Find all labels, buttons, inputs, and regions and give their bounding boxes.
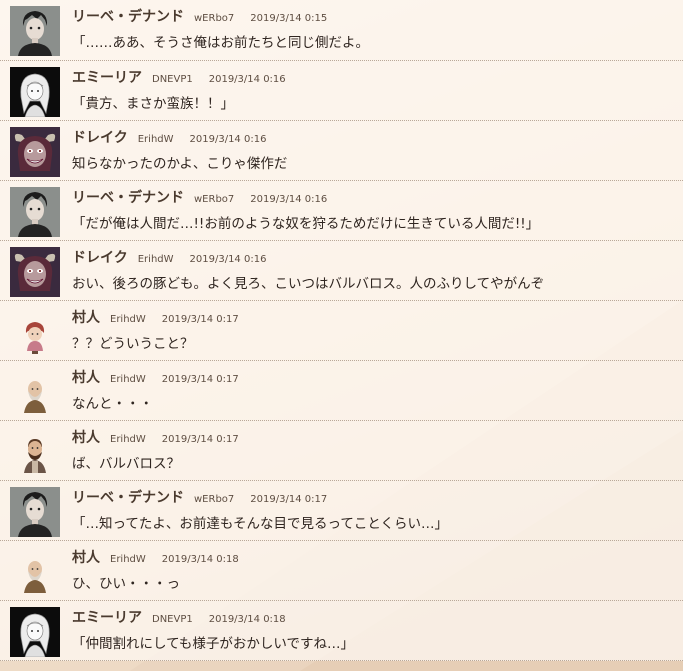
chat-message: ドレイク ErihdW 2019/3/14 0:16 おい、後ろの豚ども。よく見ろ、… (0, 241, 683, 301)
chat-log: リーベ・デナンド wERbo7 2019/3/14 0:15 「……ああ、そうさ俺は… (0, 0, 683, 661)
chat-message: エミーリア DNEVP1 2019/3/14 0:18 「仲間割れにしても様子がおか… (0, 601, 683, 661)
message-text: ひ、ひい・・・っ (72, 576, 180, 592)
speaker-name: エミーリア (72, 70, 142, 86)
timestamp: 2019/3/14 0:17 (161, 374, 239, 385)
speaker-name: リーベ・デナンド (72, 9, 184, 25)
user-id: ErihdW (137, 254, 174, 265)
timestamp: 2019/3/14 0:17 (161, 434, 239, 445)
bearded-man-sprite-icon[interactable] (10, 427, 60, 477)
user-id: ErihdW (110, 554, 146, 565)
dark-haired-man-portrait-icon[interactable] (10, 487, 60, 537)
message-text: 「だが俺は人間だ…!!お前のような奴を狩るためだけに生きている人間だ!!」 (72, 216, 540, 232)
chat-message: リーベ・デナンド wERbo7 2019/3/14 0:15 「……ああ、そうさ俺は… (0, 0, 683, 61)
white-haired-girl-sketch-icon[interactable] (10, 607, 60, 657)
user-id: ErihdW (110, 314, 146, 325)
timestamp: 2019/3/14 0:16 (189, 134, 267, 145)
speaker-name: 村人 (72, 430, 100, 446)
chat-message: 村人 ErihdW 2019/3/14 0:18 ひ、ひい・・・っ (0, 541, 683, 601)
message-text: 「……ああ、そうさ俺はお前たちと同じ側だよ。 (72, 35, 369, 51)
message-text: ？？どういうこと？ (72, 336, 194, 352)
timestamp: 2019/3/14 0:16 (250, 194, 328, 205)
user-id: ErihdW (110, 374, 146, 385)
chat-message: 村人 ErihdW 2019/3/14 0:17 ば、バルバロス？ (0, 421, 683, 481)
speaker-name: リーベ・デナンド (72, 490, 184, 506)
chat-message: リーベ・デナンド wERbo7 2019/3/14 0:17 「…知ってたよ、お前達… (0, 481, 683, 541)
user-id: DNEVP1 (152, 614, 193, 625)
dark-haired-man-portrait-icon[interactable] (10, 6, 60, 56)
user-id: ErihdW (137, 134, 174, 145)
message-text: 「仲間割れにしても様子がおかしいですね…」 (72, 636, 355, 652)
white-haired-girl-sketch-icon[interactable] (10, 67, 60, 117)
chat-message: 村人 ErihdW 2019/3/14 0:17 なんと・・・ (0, 361, 683, 421)
message-text: おい、後ろの豚ども。よく見ろ、こいつはバルバロス。人のふりしてやがんぞ (72, 276, 545, 292)
chat-message: ドレイク ErihdW 2019/3/14 0:16 知らなかったのかよ、こりゃ傑作… (0, 121, 683, 181)
speaker-name: 村人 (72, 550, 100, 566)
horned-demon-portrait-icon[interactable] (10, 247, 60, 297)
bald-old-man-sprite-icon[interactable] (10, 547, 60, 597)
chat-message: 村人 ErihdW 2019/3/14 0:17 ？？どういうこと？ (0, 301, 683, 361)
user-id: DNEVP1 (152, 74, 193, 85)
message-text: 知らなかったのかよ、こりゃ傑作だ (72, 156, 288, 172)
timestamp: 2019/3/14 0:15 (250, 13, 328, 24)
timestamp: 2019/3/14 0:16 (189, 254, 267, 265)
user-id: ErihdW (110, 434, 146, 445)
timestamp: 2019/3/14 0:18 (161, 554, 239, 565)
horned-demon-portrait-icon[interactable] (10, 127, 60, 177)
message-text: ば、バルバロス？ (72, 456, 180, 472)
villager-girl-sprite-icon[interactable] (10, 307, 60, 357)
user-id: wERbo7 (194, 13, 235, 24)
speaker-name: 村人 (72, 370, 100, 386)
speaker-name: 村人 (72, 310, 100, 326)
bald-old-man-sprite-icon[interactable] (10, 367, 60, 417)
timestamp: 2019/3/14 0:17 (250, 494, 328, 505)
timestamp: 2019/3/14 0:16 (208, 74, 286, 85)
speaker-name: ドレイク (72, 130, 128, 146)
speaker-name: リーベ・デナンド (72, 190, 184, 206)
dark-haired-man-portrait-icon[interactable] (10, 187, 60, 237)
timestamp: 2019/3/14 0:17 (161, 314, 239, 325)
chat-message: リーベ・デナンド wERbo7 2019/3/14 0:16 「だが俺は人間だ…!!… (0, 181, 683, 241)
chat-message: エミーリア DNEVP1 2019/3/14 0:16 「貴方、まさか蛮族！！」 (0, 61, 683, 121)
message-text: 「貴方、まさか蛮族！！」 (72, 96, 234, 112)
user-id: wERbo7 (194, 194, 235, 205)
message-text: なんと・・・ (72, 396, 153, 412)
message-text: 「…知ってたよ、お前達もそんな目で見るってことくらい…」 (72, 516, 448, 532)
user-id: wERbo7 (194, 494, 235, 505)
timestamp: 2019/3/14 0:18 (208, 614, 286, 625)
speaker-name: ドレイク (72, 250, 128, 266)
speaker-name: エミーリア (72, 610, 142, 626)
